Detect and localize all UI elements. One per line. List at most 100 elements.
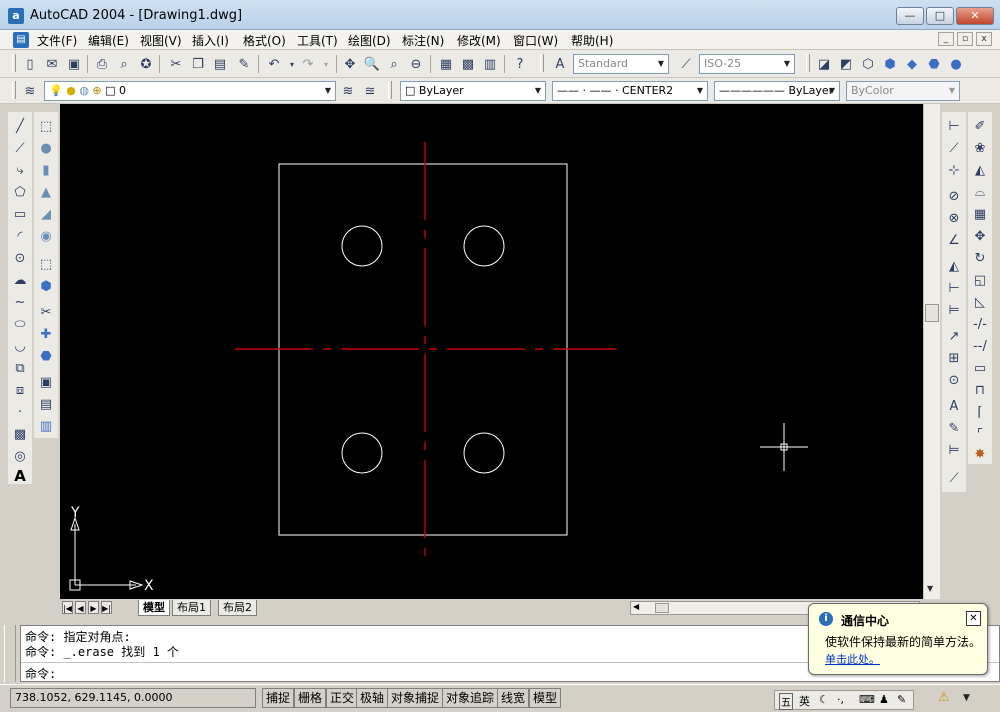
sphere-icon[interactable]: ● bbox=[36, 138, 56, 158]
paste-icon[interactable]: ▤ bbox=[210, 54, 230, 74]
rectangle-icon[interactable]: ▭ bbox=[10, 204, 30, 224]
setup-view-icon[interactable]: ▤ bbox=[36, 394, 56, 414]
mirror-icon[interactable]: ◭ bbox=[970, 160, 990, 180]
move-icon[interactable]: ✥ bbox=[970, 226, 990, 246]
properties-icon[interactable]: ▦ bbox=[436, 54, 456, 74]
plot-icon[interactable]: ⎙ bbox=[92, 54, 112, 74]
document-menu-icon[interactable]: ▤ bbox=[13, 32, 29, 48]
pan-icon[interactable]: ✥ bbox=[340, 54, 360, 74]
dim-style-combo[interactable]: ISO-25 ▼ bbox=[699, 54, 795, 74]
zoom-window-icon[interactable]: ⌕ bbox=[384, 54, 404, 74]
undo-icon[interactable]: ↶ bbox=[264, 54, 284, 74]
publish-icon[interactable]: ✪ bbox=[136, 54, 156, 74]
scroll-thumb[interactable] bbox=[655, 603, 669, 613]
ime-language-button[interactable]: 英 bbox=[799, 693, 810, 709]
explode-icon[interactable]: ✸ bbox=[970, 444, 990, 464]
text-style-icon[interactable]: A bbox=[550, 54, 570, 74]
model-space-toggle[interactable]: 模型 bbox=[529, 688, 562, 708]
interfere-icon[interactable]: ⬣ bbox=[36, 346, 56, 366]
tab-model[interactable]: 模型 bbox=[138, 600, 170, 616]
command-prompt[interactable]: 命令: bbox=[25, 665, 56, 682]
tool-palettes-icon[interactable]: ▥ bbox=[480, 54, 500, 74]
ellipse-arc-icon[interactable]: ◡ bbox=[10, 336, 30, 356]
sphere-shaded-icon[interactable]: ● bbox=[946, 54, 966, 74]
linear-dim-icon[interactable]: ⊢ bbox=[944, 116, 964, 136]
copy-icon[interactable]: ❐ bbox=[188, 54, 208, 74]
view-icon[interactable]: ◩ bbox=[836, 54, 856, 74]
wrench-icon[interactable]: ✎ bbox=[897, 693, 906, 706]
layer-combo[interactable]: 💡 ● ◍ ⊕ □ 0 ▼ bbox=[44, 81, 336, 101]
tab-layout2[interactable]: 布局2 bbox=[218, 600, 257, 616]
linetype-control-combo[interactable]: —— · —— · CENTER2 ▼ bbox=[552, 81, 708, 101]
array-icon[interactable]: ▦ bbox=[970, 204, 990, 224]
layer-previous-icon[interactable]: ≊ bbox=[360, 81, 380, 101]
hole-circle[interactable] bbox=[463, 432, 505, 474]
menu-format[interactable]: 格式(O) bbox=[243, 32, 286, 49]
scale-icon[interactable]: ◱ bbox=[970, 270, 990, 290]
scroll-down-icon[interactable]: ▼ bbox=[927, 584, 933, 593]
last-tab-icon[interactable]: ▶| bbox=[101, 601, 112, 614]
copy-object-icon[interactable]: ❀ bbox=[970, 138, 990, 158]
extend-icon[interactable]: --/ bbox=[970, 336, 990, 356]
toolbar-grip[interactable] bbox=[12, 81, 16, 99]
line-icon[interactable]: ╱ bbox=[10, 116, 30, 136]
radius-dim-icon[interactable]: ⊘ bbox=[944, 186, 964, 206]
scroll-left-icon[interactable]: ◀ bbox=[633, 602, 639, 611]
menu-window[interactable]: 窗口(W) bbox=[513, 32, 558, 49]
insert-block-icon[interactable]: ⧉ bbox=[10, 358, 30, 378]
redo-dropdown-icon[interactable]: ▾ bbox=[316, 54, 336, 74]
tab-layout1[interactable]: 布局1 bbox=[172, 600, 211, 616]
help-icon[interactable]: ? bbox=[510, 54, 530, 74]
moon-icon[interactable]: ☾ bbox=[819, 693, 829, 706]
circle-icon[interactable]: ⊙ bbox=[10, 248, 30, 268]
box-icon[interactable]: ⬚ bbox=[36, 116, 56, 136]
hatch-icon[interactable]: ▩ bbox=[10, 424, 30, 444]
trim-icon[interactable]: -/- bbox=[970, 314, 990, 334]
menu-tools[interactable]: 工具(T) bbox=[297, 32, 338, 49]
region-icon[interactable]: ◎ bbox=[10, 446, 30, 466]
quick-dim-icon[interactable]: ◭ bbox=[944, 256, 964, 276]
setup-drawing-icon[interactable]: ▣ bbox=[36, 372, 56, 392]
warning-icon[interactable]: ⚠ bbox=[938, 690, 950, 705]
spline-icon[interactable]: ∼ bbox=[10, 292, 30, 312]
tolerance-icon[interactable]: ⊞ bbox=[944, 348, 964, 368]
hole-circle[interactable] bbox=[463, 225, 505, 267]
polygon-icon[interactable]: ⬠ bbox=[10, 182, 30, 202]
make-object-layer-current-icon[interactable]: ≋ bbox=[338, 81, 358, 101]
stretch-icon[interactable]: ◺ bbox=[970, 292, 990, 312]
cut-icon[interactable]: ✂ bbox=[166, 54, 186, 74]
dim-text-edit-icon[interactable]: ✎ bbox=[944, 418, 964, 438]
menu-insert[interactable]: 插入(I) bbox=[192, 32, 229, 49]
menu-help[interactable]: 帮助(H) bbox=[571, 32, 613, 49]
vertical-scrollbar[interactable]: ▼ bbox=[923, 104, 940, 599]
lineweight-control-combo[interactable]: —————— ByLayer ▼ bbox=[714, 81, 840, 101]
next-tab-icon[interactable]: ▶ bbox=[88, 601, 99, 614]
balloon-close-button[interactable]: ✕ bbox=[966, 611, 981, 626]
flat-shaded-icon[interactable]: ◆ bbox=[902, 54, 922, 74]
setup-profile-icon[interactable]: ▥ bbox=[36, 416, 56, 436]
zoom-previous-icon[interactable]: ⊖ bbox=[406, 54, 426, 74]
osnap-toggle[interactable]: 对象捕捉 bbox=[387, 688, 444, 708]
user-icon[interactable]: ♟ bbox=[879, 693, 889, 706]
menu-edit[interactable]: 编辑(E) bbox=[88, 32, 129, 49]
punctuation-icon[interactable]: ·, bbox=[837, 693, 844, 706]
menu-draw[interactable]: 绘图(D) bbox=[348, 32, 391, 49]
autocad-logo-icon[interactable]: a bbox=[8, 8, 24, 24]
wedge-icon[interactable]: ◢ bbox=[36, 204, 56, 224]
dim-edit-icon[interactable]: A bbox=[944, 396, 964, 416]
mdi-restore-button[interactable]: ▫ bbox=[957, 32, 973, 46]
break-at-point-icon[interactable]: ▭ bbox=[970, 358, 990, 378]
diameter-dim-icon[interactable]: ⊗ bbox=[944, 208, 964, 228]
continue-dim-icon[interactable]: ⊨ bbox=[944, 300, 964, 320]
fillet-icon[interactable]: ⌜ bbox=[970, 424, 990, 444]
dim-style-icon[interactable]: ⟋ bbox=[676, 54, 696, 74]
text-style-combo[interactable]: Standard ▼ bbox=[573, 54, 669, 74]
ellipse-icon[interactable]: ⬭ bbox=[10, 314, 30, 334]
maximize-button[interactable]: □ bbox=[926, 7, 954, 25]
balloon-link[interactable]: 单击此处。 bbox=[825, 651, 880, 667]
mdi-close-button[interactable]: x bbox=[976, 32, 992, 46]
snap-toggle[interactable]: 捕捉 bbox=[262, 688, 295, 708]
menu-view[interactable]: 视图(V) bbox=[140, 32, 182, 49]
revolve-icon[interactable]: ⬢ bbox=[36, 276, 56, 296]
arc-icon[interactable]: ◜ bbox=[10, 226, 30, 246]
